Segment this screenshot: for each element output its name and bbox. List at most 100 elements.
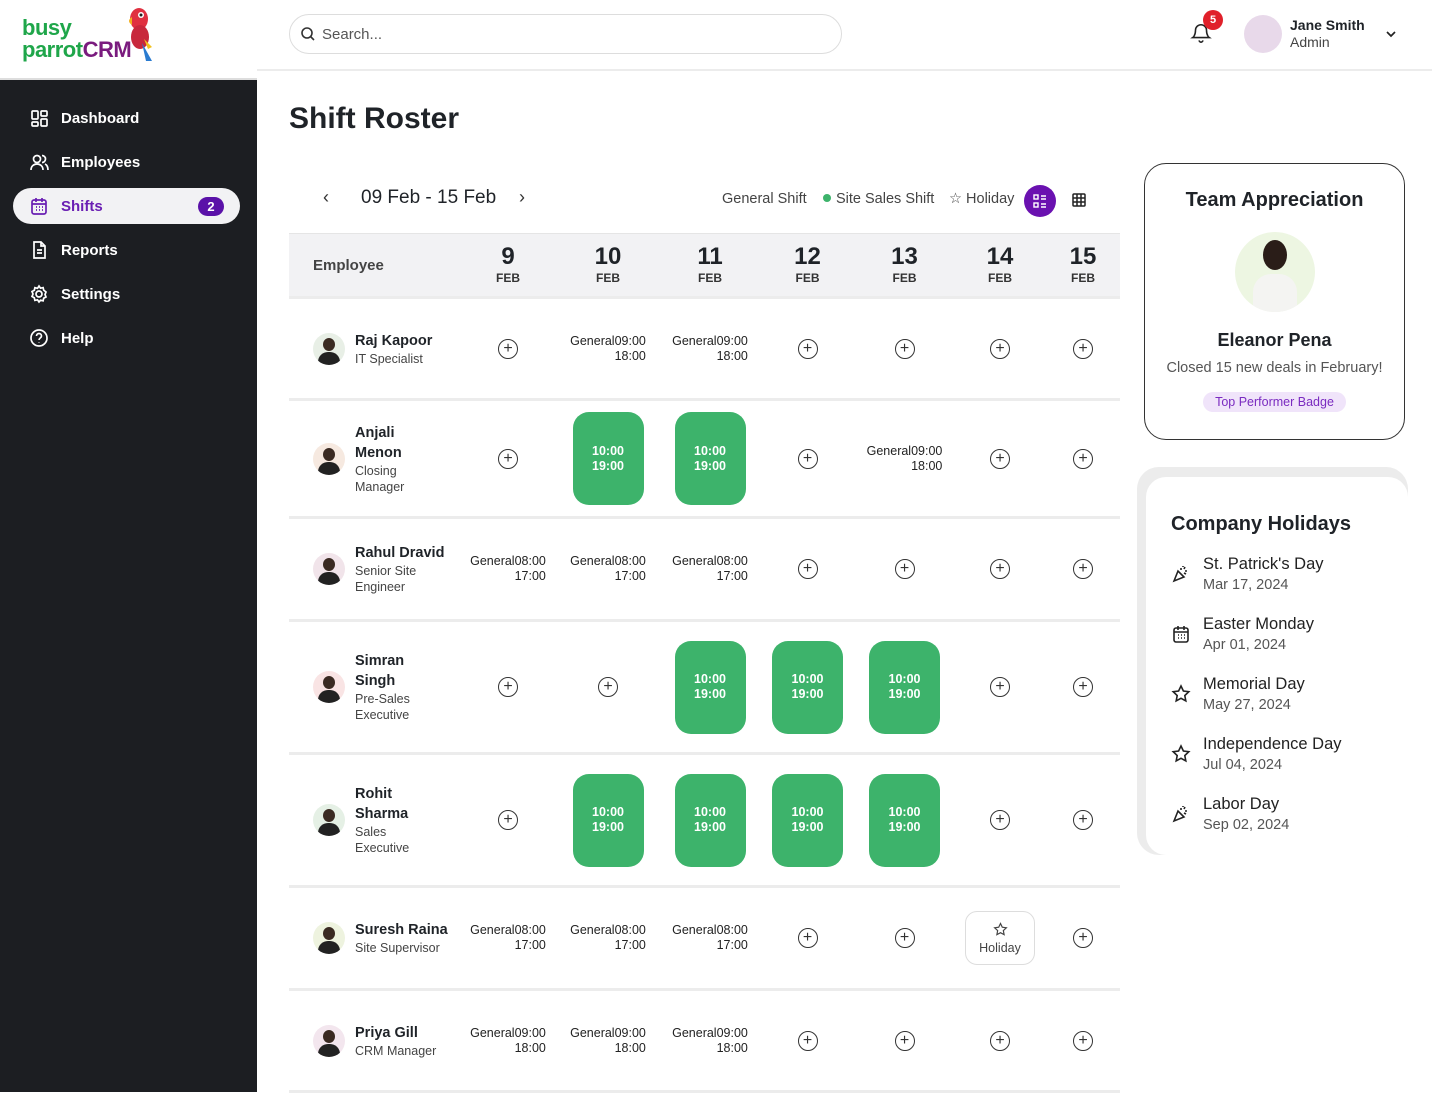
add-shift-button[interactable]: + (990, 677, 1010, 697)
shift-cell: + (855, 338, 954, 359)
site-sales-shift[interactable]: 10:00 19:00 (772, 773, 843, 867)
shift-cell: General09:00 18:00 (660, 334, 760, 364)
user-role: Admin (1290, 34, 1330, 50)
add-shift-button[interactable]: + (797, 448, 818, 469)
general-shift[interactable]: General08:00 17:00 (470, 554, 546, 584)
chevron-down-icon[interactable] (1384, 27, 1398, 41)
sidebar-item-help[interactable]: Help (13, 320, 240, 356)
add-shift-button[interactable]: + (894, 1030, 915, 1051)
employee-name[interactable]: Rohit Sharma (355, 784, 435, 824)
shift-cell: + (760, 928, 855, 948)
add-shift-button[interactable]: + (1073, 448, 1093, 469)
add-shift-button[interactable]: + (1073, 677, 1093, 697)
sidebar-item-dashboard[interactable]: Dashboard (13, 100, 240, 136)
site-sales-shift[interactable]: 10:00 19:00 (674, 773, 746, 867)
shift-cell: + (760, 1030, 855, 1051)
general-shift[interactable]: General09:00 18:00 (570, 1026, 646, 1056)
calendar-icon (1173, 626, 1189, 643)
logo[interactable]: busy parrotCRM (0, 0, 257, 80)
add-shift-button[interactable]: + (990, 559, 1010, 579)
day-header: 10 FEB (594, 243, 622, 286)
sidebar-item-shifts[interactable]: Shifts 2 (13, 188, 240, 224)
employee-name[interactable]: Rahul Dravid (355, 543, 460, 563)
general-shift[interactable]: General08:00 17:00 (570, 923, 646, 953)
general-shift[interactable]: General08:00 17:00 (672, 554, 748, 584)
sidebar-item-settings[interactable]: Settings (13, 276, 240, 312)
general-shift[interactable]: General09:00 18:00 (470, 1026, 546, 1056)
employee-avatar (313, 804, 345, 836)
site-sales-shift[interactable]: 10:00 19:00 (572, 412, 644, 505)
shift-cell: General08:00 17:00 (556, 923, 660, 953)
list-view-button[interactable] (1024, 185, 1056, 217)
add-shift-button[interactable]: + (894, 338, 915, 359)
add-shift-button[interactable]: + (1073, 928, 1093, 948)
holiday-cell[interactable]: Holiday (965, 911, 1035, 965)
party-icon (1172, 806, 1187, 823)
employee-name[interactable]: Anjali Menon (355, 423, 435, 463)
add-shift-button[interactable]: + (797, 559, 818, 579)
general-shift[interactable]: General08:00 17:00 (570, 554, 646, 584)
sidebar-item-reports[interactable]: Reports (13, 232, 240, 268)
employee-role: IT Specialist (355, 351, 423, 366)
shifts-count-badge: 2 (198, 196, 224, 216)
add-shift-button[interactable]: + (1073, 559, 1093, 579)
prev-week-button[interactable]: ‹ (323, 187, 329, 208)
shift-cell: 10:00 19:00 (660, 640, 760, 734)
site-sales-shift[interactable]: 10:00 19:00 (869, 640, 940, 734)
add-shift-button[interactable]: + (797, 928, 818, 948)
general-shift[interactable]: General09:00 18:00 (672, 1026, 748, 1056)
add-shift-button[interactable]: + (990, 338, 1010, 359)
add-shift-button[interactable]: + (598, 677, 618, 697)
employee-name[interactable]: Priya Gill (355, 1023, 436, 1043)
employee-name[interactable]: Raj Kapoor (355, 331, 432, 351)
user-avatar[interactable] (1244, 15, 1282, 53)
add-shift-button[interactable]: + (797, 338, 818, 359)
site-sales-shift[interactable]: 10:00 19:00 (869, 773, 940, 867)
employee-name[interactable]: Suresh Raina (355, 920, 448, 940)
employee-role: CRM Manager (355, 1043, 437, 1058)
add-shift-button[interactable]: + (498, 677, 518, 697)
add-shift-button[interactable]: + (797, 1030, 818, 1051)
add-shift-button[interactable]: + (1073, 338, 1093, 359)
shift-cell: General09:00 18:00 (660, 1026, 760, 1056)
day-header: 11 FEB (697, 243, 723, 286)
shift-cell: General09:00 18:00 (556, 334, 660, 364)
employee-role: Site Supervisor (355, 941, 440, 955)
employee-avatar (313, 332, 345, 365)
general-shift[interactable]: General09:00 18:00 (570, 334, 646, 364)
legend-holiday: ☆ Holiday (949, 191, 1015, 207)
add-shift-button[interactable]: + (1073, 1030, 1093, 1051)
add-shift-button[interactable]: + (990, 1030, 1010, 1051)
day-header: 9 FEB (496, 243, 520, 286)
add-shift-button[interactable]: + (498, 448, 518, 469)
parrot-logo-icon (129, 8, 152, 61)
search-input[interactable]: Search... (289, 14, 842, 54)
general-shift[interactable]: General08:00 17:00 (470, 923, 546, 953)
employee-name[interactable]: Simran Singh (355, 651, 435, 691)
site-sales-shift[interactable]: 10:00 19:00 (674, 640, 746, 734)
add-shift-button[interactable]: + (894, 559, 915, 579)
add-shift-button[interactable]: + (498, 810, 518, 830)
site-sales-shift[interactable]: 10:00 19:00 (674, 412, 746, 505)
employee-role: Senior Site Engineer (355, 564, 417, 594)
site-sales-shift[interactable]: 10:00 19:00 (572, 773, 644, 867)
add-shift-button[interactable]: + (894, 928, 915, 948)
grid-view-icon[interactable] (1071, 192, 1087, 208)
add-shift-button[interactable]: + (1073, 810, 1093, 830)
add-shift-button[interactable]: + (498, 338, 518, 359)
next-week-button[interactable]: › (519, 187, 525, 208)
add-shift-button[interactable]: + (990, 448, 1010, 469)
add-shift-button[interactable]: + (990, 810, 1010, 830)
general-shift[interactable]: General09:00 18:00 (867, 444, 943, 474)
shift-cell: + (855, 1030, 954, 1051)
logo-text: busy (22, 15, 72, 40)
site-sales-shift[interactable]: 10:00 19:00 (772, 640, 843, 734)
general-shift[interactable]: General08:00 17:00 (672, 923, 748, 953)
sidebar-item-label: Shifts (61, 197, 103, 215)
table-row: Priya Gill CRM Manager General09:00 18:00 Ge… (289, 991, 1120, 1093)
sidebar-item-employees[interactable]: Employees (13, 144, 240, 180)
general-shift[interactable]: General09:00 18:00 (672, 334, 748, 364)
holiday-item: Independence Day Jul 04, 2024 (1171, 735, 1342, 773)
shift-cell: + (1046, 1030, 1120, 1051)
shift-cell: 10:00 19:00 (556, 412, 660, 505)
